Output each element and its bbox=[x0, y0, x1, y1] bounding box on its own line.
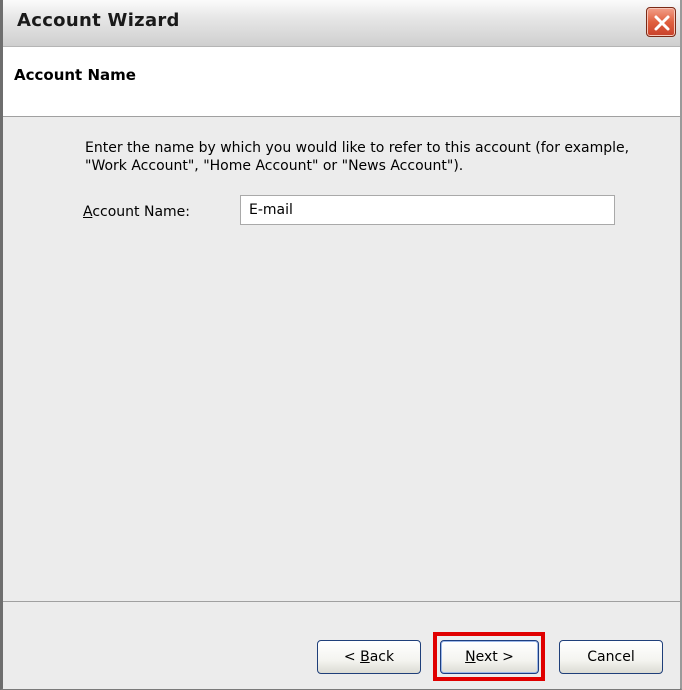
window-title: Account Wizard bbox=[17, 10, 180, 31]
next-button-highlight bbox=[433, 632, 545, 681]
instructions-text: Enter the name by which you would like t… bbox=[85, 140, 630, 174]
wizard-button-bar: < Back Next > Cancel bbox=[3, 601, 680, 689]
cancel-button[interactable]: Cancel bbox=[559, 640, 663, 674]
account-name-label: Account Name: bbox=[83, 204, 191, 220]
title-bar[interactable]: Account Wizard bbox=[3, 0, 680, 47]
close-icon bbox=[654, 15, 670, 31]
page-title: Account Name bbox=[14, 66, 136, 84]
wizard-page-content: Enter the name by which you would like t… bbox=[3, 117, 680, 601]
wizard-page-header: Account Name bbox=[3, 47, 680, 117]
close-button[interactable] bbox=[646, 7, 676, 37]
account-name-input[interactable] bbox=[240, 195, 615, 225]
back-button[interactable]: < Back bbox=[317, 640, 421, 674]
account-wizard-window: Account Wizard Account Name Enter the na… bbox=[0, 0, 682, 690]
